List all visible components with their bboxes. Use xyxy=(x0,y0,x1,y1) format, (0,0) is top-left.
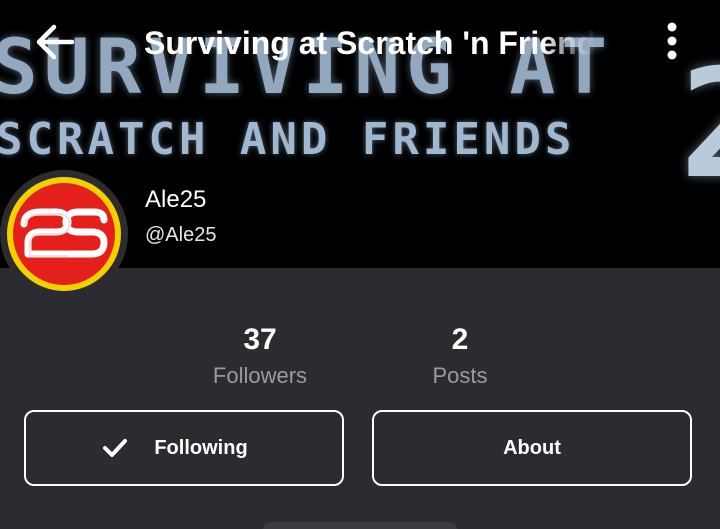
arrow-left-icon xyxy=(36,24,75,60)
more-vertical-icon xyxy=(667,22,677,60)
user-handle: @Ale25 xyxy=(145,224,217,246)
banner-text-line2: SCRATCH AND FRIENDS xyxy=(0,114,576,165)
followers-stat[interactable]: 37 Followers xyxy=(180,320,340,392)
page-title: Surviving at Scratch 'n Friends xyxy=(144,25,596,61)
check-icon xyxy=(103,439,128,457)
more-options-button[interactable] xyxy=(656,20,688,64)
posts-count: 2 xyxy=(451,323,469,356)
display-name: Ale25 xyxy=(145,186,207,213)
posts-label: Posts xyxy=(432,363,488,388)
about-button-label: About xyxy=(503,436,561,459)
following-button[interactable]: Following xyxy=(24,410,344,486)
bottom-tab-peek xyxy=(262,522,458,529)
back-button[interactable] xyxy=(32,22,78,62)
about-button[interactable]: About xyxy=(372,410,692,486)
posts-stat[interactable]: 2 Posts xyxy=(380,320,540,392)
top-app-bar: Surviving at Scratch 'n Friends xyxy=(0,0,720,86)
following-button-label: Following xyxy=(154,436,248,459)
community-profile-screen: SURVIVING AT SCRATCH AND FRIENDS 2 Survi… xyxy=(0,0,720,529)
avatar[interactable] xyxy=(0,170,128,298)
avatar-2s-logo-icon xyxy=(7,177,121,291)
followers-label: Followers xyxy=(212,363,308,388)
followers-count: 37 xyxy=(243,323,277,356)
